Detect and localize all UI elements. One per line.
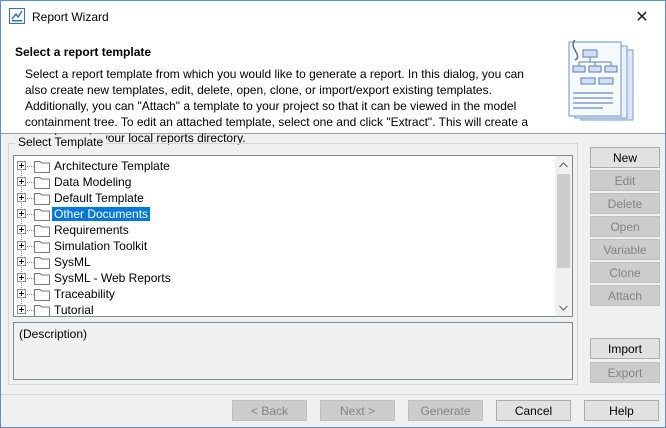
tree-item-architecture-template[interactable]: Architecture Template <box>14 158 554 174</box>
select-template-group: Select Template Architecture Template Da… <box>8 135 578 385</box>
tree-connector <box>27 278 34 279</box>
scroll-up-arrow-icon[interactable] <box>555 156 572 173</box>
folder-icon <box>34 257 50 269</box>
tree-item-label: Tutorial <box>54 303 94 317</box>
tree-connector <box>27 166 34 167</box>
help-button[interactable]: Help <box>584 400 659 421</box>
description-text: (Description) <box>19 327 88 341</box>
tree-item-label: SysML - Web Reports <box>54 271 171 285</box>
generate-button[interactable]: Generate <box>408 400 483 421</box>
tree-item-tutorial[interactable]: Tutorial <box>14 302 554 317</box>
folder-icon <box>34 273 50 285</box>
folder-icon <box>34 209 50 221</box>
report-wizard-window: Report Wizard ✕ Select a report template… <box>0 0 666 428</box>
expand-icon[interactable] <box>17 161 26 170</box>
tree-connector <box>27 214 34 215</box>
wizard-header: Select a report template Select a report… <box>1 32 665 145</box>
tree-item-label: Requirements <box>54 223 129 237</box>
tree-item-sysml-web-reports[interactable]: SysML - Web Reports <box>14 270 554 286</box>
tree-item-label: Traceability <box>54 287 115 301</box>
title-bar: Report Wizard ✕ <box>1 1 665 32</box>
variable-button[interactable]: Variable <box>590 239 660 260</box>
tree-item-other-documents[interactable]: Other Documents <box>14 206 554 222</box>
cancel-button[interactable]: Cancel <box>496 400 571 421</box>
attach-button[interactable]: Attach <box>590 285 660 306</box>
window-title: Report Wizard <box>32 10 109 24</box>
expand-icon[interactable] <box>17 209 26 218</box>
expand-icon[interactable] <box>17 289 26 298</box>
tree-item-label: Simulation Toolkit <box>54 239 148 253</box>
back-button[interactable]: < Back <box>232 400 307 421</box>
edit-button[interactable]: Edit <box>590 170 660 191</box>
expand-icon[interactable] <box>17 241 26 250</box>
tree-scrollbar[interactable] <box>555 156 572 316</box>
expand-icon[interactable] <box>17 273 26 282</box>
tree-connector <box>27 294 34 295</box>
tree-item-requirements[interactable]: Requirements <box>14 222 554 238</box>
folder-icon <box>34 225 50 237</box>
tree-item-label: Architecture Template <box>54 159 170 173</box>
tree-item-label: Data Modeling <box>54 175 132 189</box>
tree-connector <box>27 262 34 263</box>
tree-item-label: SysML <box>54 255 91 269</box>
tree-connector <box>27 246 34 247</box>
open-button[interactable]: Open <box>590 216 660 237</box>
expand-icon[interactable] <box>17 193 26 202</box>
expand-icon[interactable] <box>17 305 26 314</box>
description-panel: (Description) <box>13 322 573 380</box>
header-description: Select a report template from which you … <box>25 67 529 145</box>
folder-icon <box>34 289 50 301</box>
new-button[interactable]: New <box>590 147 660 168</box>
tree-connector <box>27 310 34 311</box>
folder-icon <box>34 161 50 173</box>
header-title: Select a report template <box>15 45 152 59</box>
tree-connector <box>27 198 34 199</box>
clone-button[interactable]: Clone <box>590 262 660 283</box>
tree-item-sysml[interactable]: SysML <box>14 254 554 270</box>
tree-item-traceability[interactable]: Traceability <box>14 286 554 302</box>
scroll-down-arrow-icon[interactable] <box>555 299 572 316</box>
expand-icon[interactable] <box>17 225 26 234</box>
delete-button[interactable]: Delete <box>590 193 660 214</box>
import-button[interactable]: Import <box>590 338 660 359</box>
app-icon <box>9 8 25 24</box>
tree-item-data-modeling[interactable]: Data Modeling <box>14 174 554 190</box>
report-document-icon <box>568 40 634 121</box>
scroll-thumb[interactable] <box>557 174 570 268</box>
expand-icon[interactable] <box>17 177 26 186</box>
folder-icon <box>34 193 50 205</box>
next-button[interactable]: Next > <box>320 400 395 421</box>
folder-icon <box>34 177 50 189</box>
export-button[interactable]: Export <box>590 362 660 383</box>
expand-icon[interactable] <box>17 257 26 266</box>
tree-item-simulation-toolkit[interactable]: Simulation Toolkit <box>14 238 554 254</box>
folder-icon <box>34 241 50 253</box>
select-template-label: Select Template <box>15 135 107 149</box>
close-icon: ✕ <box>635 8 649 26</box>
template-tree[interactable]: Architecture Template Data Modeling Defa… <box>13 155 573 317</box>
tree-item-default-template[interactable]: Default Template <box>14 190 554 206</box>
footer-separator <box>1 394 665 395</box>
tree-connector <box>27 182 34 183</box>
tree-item-label-selected: Other Documents <box>52 207 151 221</box>
tree-item-label: Default Template <box>54 191 144 205</box>
tree-connector <box>27 230 34 231</box>
folder-icon <box>34 305 50 316</box>
close-button[interactable]: ✕ <box>619 1 665 32</box>
